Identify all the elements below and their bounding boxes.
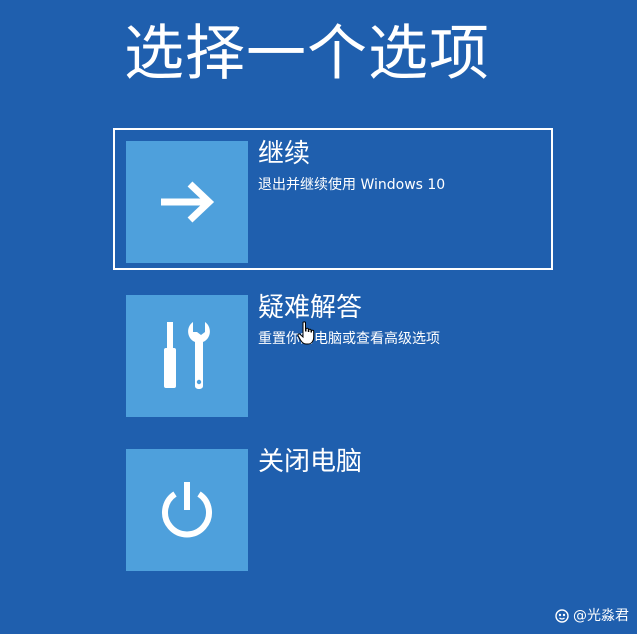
option-turn-off-title: 关闭电脑: [258, 447, 363, 477]
option-continue-description: 退出并继续使用 Windows 10: [258, 177, 446, 193]
option-continue[interactable]: 继续 退出并继续使用 Windows 10: [113, 128, 553, 270]
watermark: @光淼君: [555, 607, 629, 625]
power-icon: [162, 482, 212, 538]
option-continue-title: 继续: [258, 139, 311, 169]
option-turn-off[interactable]: 关闭电脑: [113, 436, 553, 578]
option-troubleshoot-description: 重置你的电脑或查看高级选项: [258, 331, 440, 347]
option-troubleshoot[interactable]: 疑难解答 重置你的电脑或查看高级选项: [113, 282, 553, 424]
option-continue-tile[interactable]: [126, 141, 248, 263]
arrow-right-icon: [161, 181, 215, 223]
screwdriver-wrench-icon: [164, 322, 210, 389]
option-troubleshoot-tile[interactable]: [126, 295, 248, 417]
watermark-text: @光淼君: [573, 608, 629, 624]
option-turn-off-tile[interactable]: [126, 449, 248, 571]
hand-pointer-icon: [297, 321, 315, 345]
option-troubleshoot-title: 疑难解答: [258, 293, 363, 323]
watermark-logo-icon: [555, 609, 569, 623]
page-title: 选择一个选项: [124, 19, 490, 89]
